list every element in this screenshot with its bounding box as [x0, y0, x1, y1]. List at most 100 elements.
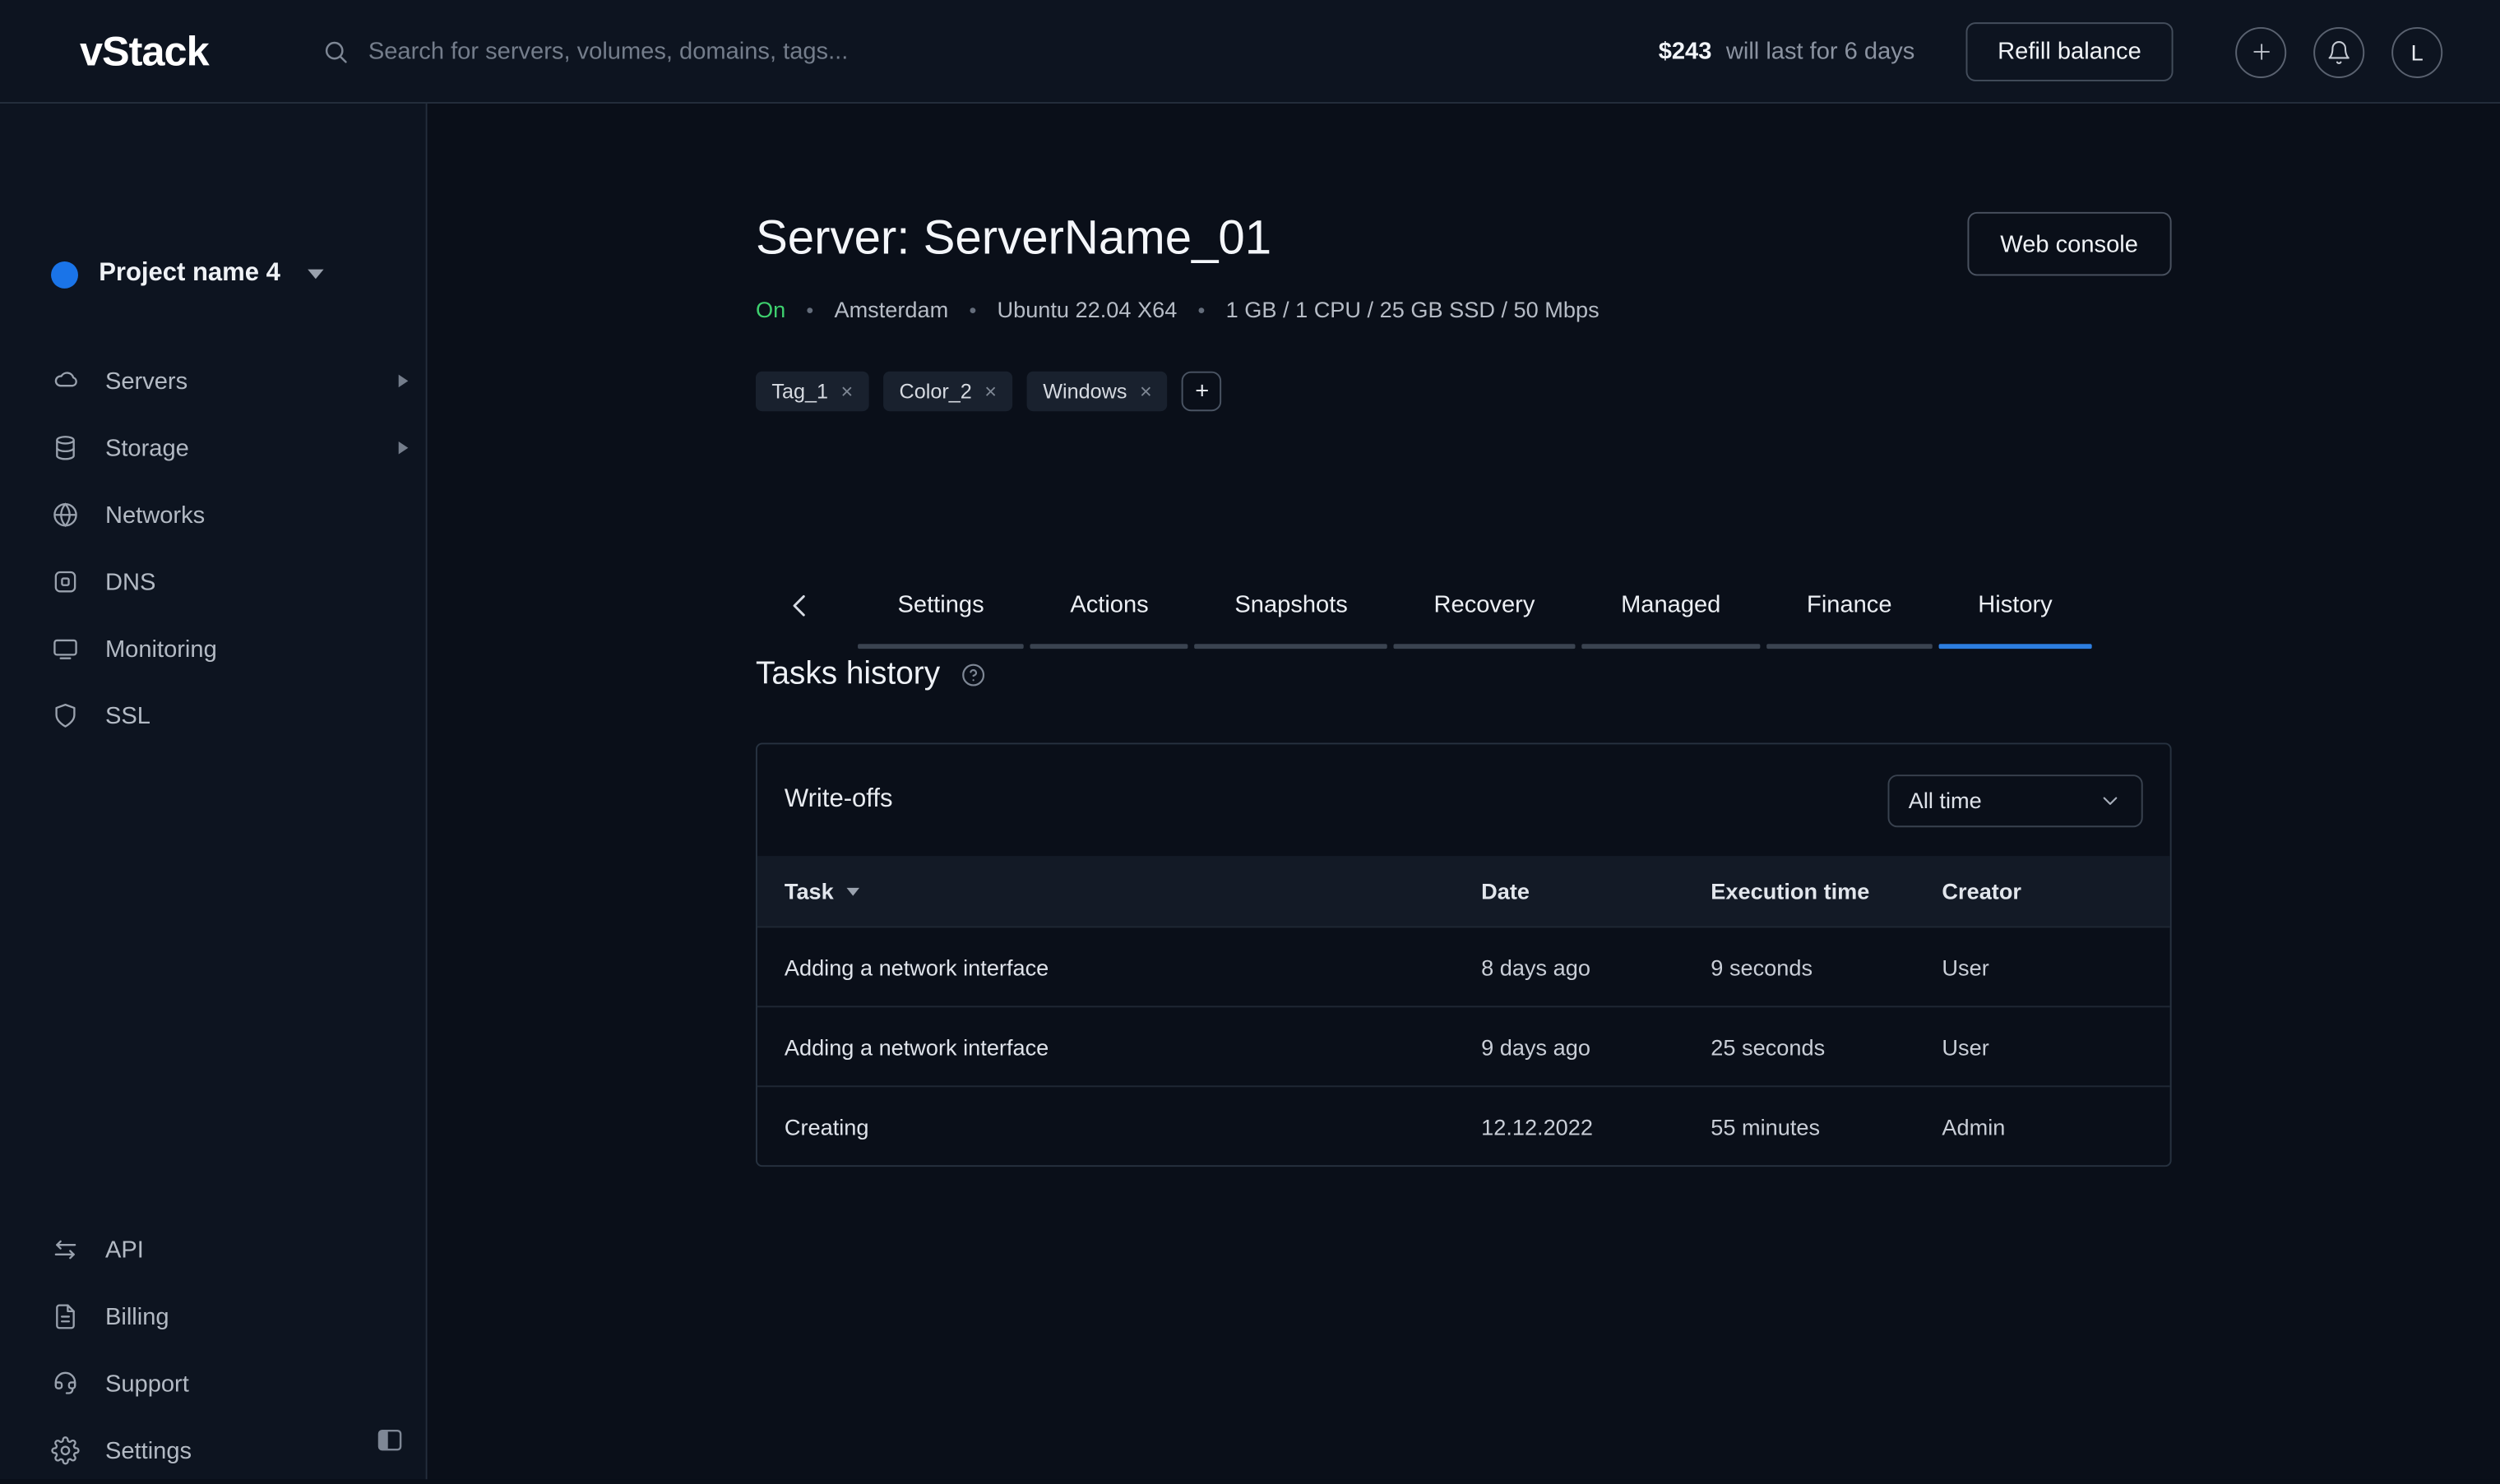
caret-down-icon: [308, 270, 323, 280]
cell-creator: User: [1942, 1033, 2169, 1059]
tab-managed[interactable]: Managed: [1581, 561, 1761, 649]
time-filter-select[interactable]: All time: [1888, 774, 2143, 826]
vstack-app: vStack $243 will last for 6 days Refill …: [0, 0, 2500, 1479]
collapse-sidebar-button[interactable]: [373, 1423, 405, 1455]
tasks-history-card: Write-offs All time Task Date Execution: [756, 742, 2172, 1167]
chevron-down-icon: [2098, 788, 2122, 812]
user-avatar[interactable]: L: [2391, 26, 2442, 77]
page-title: Server: ServerName_01: [756, 212, 1271, 266]
sidebar-item-settings[interactable]: Settings: [0, 1417, 428, 1484]
tab-actions[interactable]: Actions: [1030, 561, 1188, 649]
document-icon: [51, 1302, 80, 1331]
cell-creator: Admin: [1942, 1113, 2169, 1139]
time-filter-value: All time: [1909, 788, 1982, 813]
main-content: Server: ServerName_01 Web console On • A…: [428, 104, 2500, 1479]
shield-icon: [51, 701, 80, 730]
sidebar-nav: Servers Storage: [0, 348, 428, 750]
tag-chip[interactable]: Windows ×: [1027, 372, 1168, 411]
cell-execution-time: 9 seconds: [1711, 954, 1942, 979]
table-row[interactable]: Creating 12.12.2022 55 minutes Admin: [757, 1085, 2170, 1165]
project-color-dot: [51, 261, 78, 288]
sidebar-item-servers[interactable]: Servers: [0, 348, 428, 414]
tab-history[interactable]: History: [1938, 561, 2092, 649]
notifications-button[interactable]: [2313, 26, 2364, 77]
tabs: Settings Actions Snapshots Recovery Mana…: [858, 561, 2092, 649]
gear-icon: [51, 1436, 80, 1465]
help-icon[interactable]: [959, 662, 986, 689]
card-title: Write-offs: [785, 786, 893, 815]
balance: $243 will last for 6 days: [1659, 39, 1915, 66]
plus-icon: [2248, 39, 2275, 66]
server-status-row: On • Amsterdam • Ubuntu 22.04 X64 • 1 GB…: [756, 297, 1600, 322]
sidebar-item-label: Billing: [105, 1303, 169, 1330]
sidebar: Project name 4 Servers: [0, 104, 428, 1479]
web-console-button[interactable]: Web console: [1967, 212, 2172, 276]
column-execution-time: Execution time: [1711, 878, 1942, 904]
sidebar-item-monitoring[interactable]: Monitoring: [0, 615, 428, 682]
tab-snapshots[interactable]: Snapshots: [1195, 561, 1387, 649]
tag-remove-icon[interactable]: ×: [1140, 379, 1152, 403]
sidebar-item-label: Storage: [105, 434, 189, 461]
tag-chip[interactable]: Tag_1 ×: [756, 372, 869, 411]
app-logo[interactable]: vStack: [80, 0, 209, 104]
tags-row: Tag_1 × Color_2 × Windows × +: [756, 372, 1222, 411]
tag-chip[interactable]: Color_2 ×: [883, 372, 1012, 411]
tag-remove-icon[interactable]: ×: [841, 379, 854, 403]
topbar-actions: $243 will last for 6 days Refill balance: [1659, 0, 2443, 104]
bullet-separator: •: [806, 298, 813, 321]
cell-task: Adding a network interface: [785, 1033, 1481, 1059]
search-icon: [322, 39, 350, 66]
sidebar-item-label: Networks: [105, 502, 205, 529]
cell-creator: User: [1942, 954, 2169, 979]
column-task[interactable]: Task: [785, 878, 834, 904]
tab-settings[interactable]: Settings: [858, 561, 1024, 649]
collapse-sidebar-icon: [374, 1424, 405, 1454]
status-badge: On: [756, 297, 785, 322]
monitor-icon: [51, 635, 80, 663]
tag-label: Color_2: [900, 379, 972, 403]
sidebar-item-networks[interactable]: Networks: [0, 482, 428, 548]
add-tag-button[interactable]: +: [1183, 372, 1222, 411]
table-row[interactable]: Adding a network interface 9 days ago 25…: [757, 1006, 2170, 1085]
balance-amount: $243: [1659, 39, 1712, 66]
sidebar-item-label: API: [105, 1237, 144, 1264]
swap-arrows-icon: [51, 1236, 80, 1264]
topbar: vStack $243 will last for 6 days Refill …: [0, 0, 2500, 104]
project-selector[interactable]: Project name 4: [51, 260, 323, 289]
dns-icon: [51, 567, 80, 596]
tab-finance[interactable]: Finance: [1767, 561, 1932, 649]
cell-task: Creating: [785, 1113, 1481, 1139]
cell-date: 12.12.2022: [1481, 1113, 1711, 1139]
sidebar-item-api[interactable]: API: [0, 1216, 428, 1283]
headset-icon: [51, 1369, 80, 1398]
sidebar-item-support[interactable]: Support: [0, 1350, 428, 1417]
refill-balance-button[interactable]: Refill balance: [1965, 22, 2173, 81]
table-header: Task Date Execution time Creator: [757, 856, 2170, 926]
sidebar-item-billing[interactable]: Billing: [0, 1283, 428, 1350]
sidebar-item-label: Servers: [105, 368, 188, 395]
cell-date: 8 days ago: [1481, 954, 1711, 979]
sidebar-item-storage[interactable]: Storage: [0, 414, 428, 481]
bullet-separator: •: [969, 298, 976, 321]
sidebar-item-dns[interactable]: DNS: [0, 548, 428, 615]
server-specs: 1 GB / 1 CPU / 25 GB SSD / 50 Mbps: [1226, 297, 1600, 322]
cell-task: Adding a network interface: [785, 954, 1481, 979]
sort-desc-icon: [846, 887, 859, 895]
tab-recovery[interactable]: Recovery: [1394, 561, 1575, 649]
cell-date: 9 days ago: [1481, 1033, 1711, 1059]
server-location: Amsterdam: [834, 297, 948, 322]
sidebar-item-label: Settings: [105, 1437, 192, 1464]
sidebar-item-ssl[interactable]: SSL: [0, 682, 428, 749]
chevron-left-icon: [785, 589, 817, 621]
server-os: Ubuntu 22.04 X64: [997, 297, 1177, 322]
table-row[interactable]: Adding a network interface 8 days ago 9 …: [757, 926, 2170, 1006]
create-button[interactable]: [2235, 26, 2286, 77]
sidebar-item-label: Support: [105, 1370, 189, 1397]
search-input[interactable]: [368, 39, 1054, 66]
tag-remove-icon[interactable]: ×: [984, 379, 997, 403]
tabs-back-button[interactable]: [785, 589, 817, 621]
cloud-icon: [51, 367, 80, 395]
tag-label: Tag_1: [771, 379, 828, 403]
sidebar-item-label: Monitoring: [105, 636, 217, 663]
cell-execution-time: 25 seconds: [1711, 1033, 1942, 1059]
